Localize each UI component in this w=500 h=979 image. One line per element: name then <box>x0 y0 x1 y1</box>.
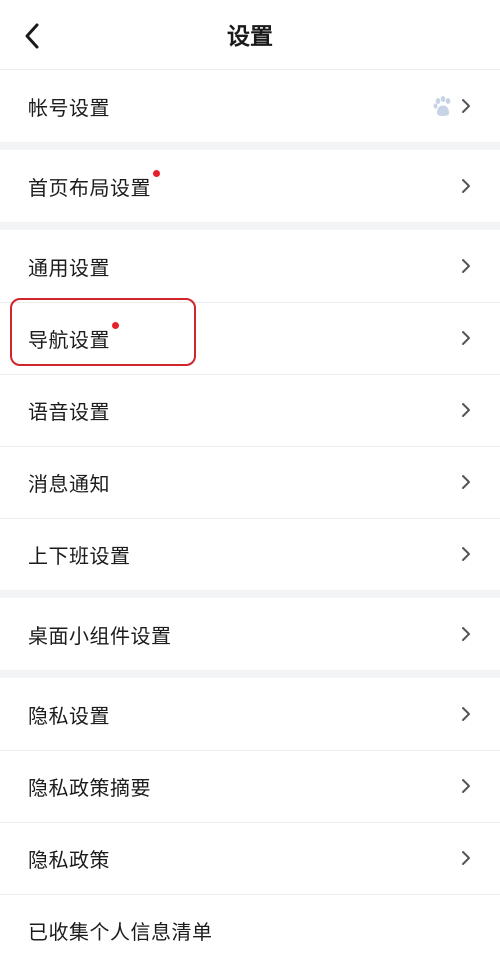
group-divider <box>0 142 500 150</box>
chevron-right-icon <box>460 626 472 642</box>
chevron-right-icon <box>460 258 472 274</box>
chevron-right-icon <box>460 402 472 418</box>
settings-row-label: 隐私政策摘要 <box>28 775 151 800</box>
settings-row-label: 首页布局设置 <box>28 175 151 200</box>
group-divider <box>0 590 500 598</box>
chevron-right-icon <box>460 546 472 562</box>
settings-row-label: 通用设置 <box>28 255 110 280</box>
chevron-left-icon <box>25 23 39 49</box>
settings-group-general: 通用设置 导航设置 语音设置 消息通知 上下班设置 <box>0 230 500 590</box>
chevron-right-icon <box>460 850 472 866</box>
chevron-right-icon <box>460 706 472 722</box>
settings-row-collected-info[interactable]: 已收集个人信息清单 <box>0 894 500 966</box>
chevron-right-icon <box>460 330 472 346</box>
settings-row-label: 隐私政策 <box>28 847 110 872</box>
settings-group-home: 首页布局设置 <box>0 150 500 222</box>
settings-group-account: 帐号设置 <box>0 70 500 142</box>
settings-row-label: 桌面小组件设置 <box>28 623 172 648</box>
chevron-right-icon <box>460 778 472 794</box>
settings-row-privacy[interactable]: 隐私设置 <box>0 678 500 750</box>
settings-row-label: 上下班设置 <box>28 543 131 568</box>
page-title: 设置 <box>227 24 273 50</box>
settings-row-navigation[interactable]: 导航设置 <box>0 302 500 374</box>
settings-row-label: 隐私设置 <box>28 703 110 728</box>
chevron-right-icon <box>460 98 472 114</box>
settings-row-account[interactable]: 帐号设置 <box>0 70 500 142</box>
back-button[interactable] <box>14 16 50 56</box>
group-divider <box>0 222 500 230</box>
settings-group-widgets: 桌面小组件设置 <box>0 598 500 670</box>
new-badge-dot <box>153 169 160 177</box>
settings-row-commute[interactable]: 上下班设置 <box>0 518 500 590</box>
group-divider <box>0 670 500 678</box>
settings-group-privacy: 隐私设置 隐私政策摘要 隐私政策 已收集个人信息清单 <box>0 678 500 966</box>
settings-row-home-layout[interactable]: 首页布局设置 <box>0 150 500 222</box>
settings-row-label: 语音设置 <box>28 399 110 424</box>
settings-row-privacy-policy[interactable]: 隐私政策 <box>0 822 500 894</box>
chevron-right-icon <box>460 474 472 490</box>
chevron-right-icon <box>460 178 472 194</box>
settings-row-privacy-summary[interactable]: 隐私政策摘要 <box>0 750 500 822</box>
settings-row-label: 帐号设置 <box>28 95 110 120</box>
settings-row-label: 已收集个人信息清单 <box>28 919 213 944</box>
settings-row-label: 导航设置 <box>28 327 110 352</box>
settings-row-general[interactable]: 通用设置 <box>0 230 500 302</box>
header-bar: 设置 <box>0 0 500 70</box>
baidu-paw-icon <box>430 93 456 119</box>
settings-row-label: 消息通知 <box>28 471 110 496</box>
settings-row-desktop-widgets[interactable]: 桌面小组件设置 <box>0 598 500 670</box>
new-badge-dot <box>112 321 119 329</box>
settings-row-notifications[interactable]: 消息通知 <box>0 446 500 518</box>
settings-row-voice[interactable]: 语音设置 <box>0 374 500 446</box>
